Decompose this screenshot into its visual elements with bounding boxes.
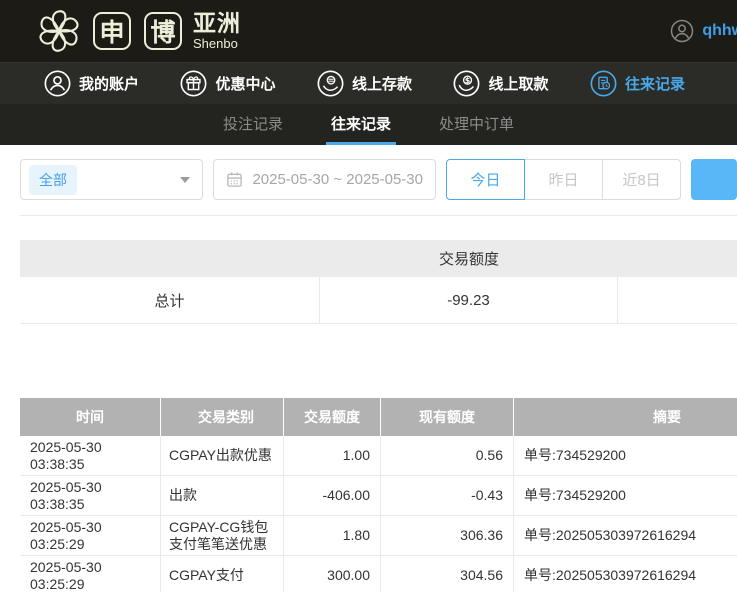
username-text: qhhw2 bbox=[702, 22, 737, 40]
deposit-hand-coin-icon bbox=[317, 70, 344, 97]
summary-header-row: 交易额度 bbox=[20, 240, 737, 277]
cell-memo: 单号:734529200 bbox=[513, 476, 737, 515]
cell-amount: 300.00 bbox=[283, 556, 380, 592]
records-header-row: 时间 交易类别 交易额度 现有额度 摘要 bbox=[20, 398, 737, 436]
cell-type: CGPAY出款优惠 bbox=[160, 436, 283, 475]
quick-date-buttons: 今日 昨日 近8日 bbox=[446, 159, 681, 200]
cell-memo: 单号:202505303972616294 bbox=[513, 556, 737, 592]
search-button[interactable] bbox=[691, 159, 737, 200]
col-header-time: 时间 bbox=[20, 398, 160, 436]
records-table: 时间 交易类别 交易额度 现有额度 摘要 2025-05-30 03:38:35… bbox=[20, 398, 737, 592]
table-row: 2025-05-30 03:25:29 CGPAY支付 300.00 304.5… bbox=[20, 556, 737, 592]
brand-logo[interactable]: 申 博 亚洲 Shenbo bbox=[34, 6, 241, 56]
logo-char-shen: 申 bbox=[93, 12, 131, 50]
logo-region-text: 亚洲 bbox=[193, 12, 241, 35]
selected-type-chip: 全部 bbox=[29, 165, 77, 195]
account-circle-icon bbox=[44, 70, 71, 97]
tab-pending-orders[interactable]: 处理中订单 bbox=[434, 104, 519, 145]
cell-balance: -0.43 bbox=[380, 476, 513, 515]
nav-label: 优惠中心 bbox=[215, 73, 275, 94]
nav-label: 我的账户 bbox=[79, 73, 139, 94]
calendar-icon bbox=[226, 171, 243, 188]
table-row: 2025-05-30 03:38:35 出款 -406.00 -0.43 单号:… bbox=[20, 476, 737, 516]
logo-char-bo: 博 bbox=[144, 12, 182, 50]
cell-memo: 单号:734529200 bbox=[513, 436, 737, 475]
tab-betting-records[interactable]: 投注记录 bbox=[218, 104, 288, 145]
cell-balance: 0.56 bbox=[380, 436, 513, 475]
page: 申 博 亚洲 Shenbo qhhw2 我的账户 bbox=[0, 0, 737, 592]
col-header-amount: 交易额度 bbox=[283, 398, 380, 436]
cell-amount: 1.80 bbox=[283, 516, 380, 555]
today-button[interactable]: 今日 bbox=[446, 159, 525, 200]
transaction-record-icon bbox=[590, 70, 617, 97]
cell-type: CGPAY-CG钱包支付笔笔送优惠 bbox=[160, 516, 283, 555]
cell-amount: -406.00 bbox=[283, 476, 380, 515]
summary-total-row: 总计 -99.23 bbox=[20, 277, 737, 324]
nav-label: 往来记录 bbox=[625, 73, 685, 94]
nav-item-online-withdraw[interactable]: $ 线上取款 bbox=[453, 70, 548, 97]
logo-subtitle: Shenbo bbox=[193, 37, 241, 50]
nav-item-my-account[interactable]: 我的账户 bbox=[44, 70, 139, 97]
cell-time: 2025-05-30 03:25:29 bbox=[20, 556, 160, 592]
cell-amount: 1.00 bbox=[283, 436, 380, 475]
tab-transaction-records[interactable]: 往来记录 bbox=[326, 104, 396, 145]
last-8-days-button[interactable]: 近8日 bbox=[602, 159, 681, 200]
date-range-input[interactable]: 2025-05-30 ~ 2025-05-30 bbox=[213, 159, 436, 200]
table-row: 2025-05-30 03:25:29 CGPAY-CG钱包支付笔笔送优惠 1.… bbox=[20, 516, 737, 556]
top-header: 申 博 亚洲 Shenbo qhhw2 bbox=[0, 0, 737, 62]
filter-row: 全部 2025-05-30 ~ 2025-05-30 今日 昨日 近8日 bbox=[20, 159, 737, 200]
nav-item-promotions[interactable]: 优惠中心 bbox=[180, 70, 275, 97]
section-divider bbox=[20, 215, 737, 216]
col-header-memo: 摘要 bbox=[513, 398, 737, 436]
nav-item-transaction-records[interactable]: 往来记录 bbox=[590, 70, 685, 97]
lotus-flower-icon bbox=[34, 6, 84, 56]
cell-time: 2025-05-30 03:25:29 bbox=[20, 516, 160, 555]
summary-total-value: -99.23 bbox=[320, 277, 618, 323]
cell-type: CGPAY支付 bbox=[160, 556, 283, 592]
sub-nav: 投注记录 往来记录 处理中订单 bbox=[0, 104, 737, 145]
summary-amount-header: 交易额度 bbox=[320, 248, 618, 269]
nav-label: 线上存款 bbox=[352, 73, 412, 94]
user-avatar-icon bbox=[670, 19, 694, 43]
gift-circle-icon bbox=[180, 70, 207, 97]
col-header-type: 交易类别 bbox=[160, 398, 283, 436]
nav-label: 线上取款 bbox=[488, 73, 548, 94]
summary-table: 交易额度 总计 -99.23 bbox=[20, 240, 737, 324]
table-row: 2025-05-30 03:38:35 CGPAY出款优惠 1.00 0.56 … bbox=[20, 436, 737, 476]
withdraw-hand-dollar-icon: $ bbox=[453, 70, 480, 97]
transaction-type-select[interactable]: 全部 bbox=[20, 159, 203, 200]
cell-time: 2025-05-30 03:38:35 bbox=[20, 476, 160, 515]
summary-total-label: 总计 bbox=[20, 277, 320, 323]
main-nav: 我的账户 优惠中心 线上存款 bbox=[0, 62, 737, 104]
col-header-balance: 现有额度 bbox=[380, 398, 513, 436]
user-account-link[interactable]: qhhw2 bbox=[670, 19, 737, 43]
nav-item-online-deposit[interactable]: 线上存款 bbox=[317, 70, 412, 97]
yesterday-button[interactable]: 昨日 bbox=[524, 159, 603, 200]
date-range-value: 2025-05-30 ~ 2025-05-30 bbox=[252, 171, 423, 188]
svg-text:$: $ bbox=[465, 76, 470, 85]
cell-balance: 306.36 bbox=[380, 516, 513, 555]
cell-time: 2025-05-30 03:38:35 bbox=[20, 436, 160, 475]
chevron-down-icon bbox=[180, 177, 190, 183]
cell-balance: 304.56 bbox=[380, 556, 513, 592]
summary-empty-cell bbox=[618, 277, 737, 323]
cell-type: 出款 bbox=[160, 476, 283, 515]
cell-memo: 单号:202505303972616294 bbox=[513, 516, 737, 555]
